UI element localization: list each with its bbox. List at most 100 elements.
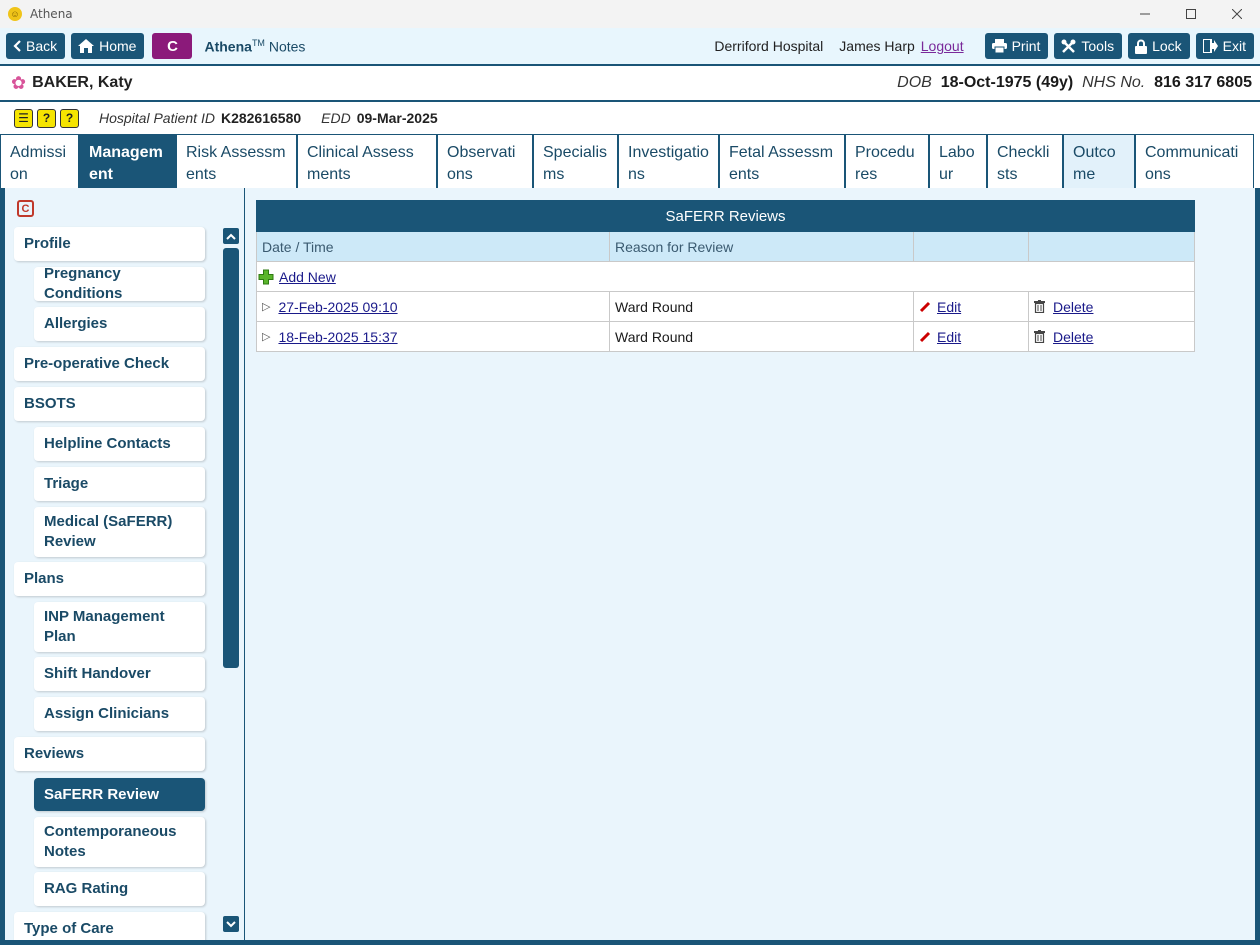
reason-cell: Ward Round [610, 322, 914, 351]
scroll-up-button[interactable] [223, 228, 239, 244]
sidebar-item-triage[interactable]: Triage [34, 467, 205, 501]
sidebar-item-assign-clinicians[interactable]: Assign Clinicians [34, 697, 205, 731]
tab-investigations[interactable]: Investigations [618, 134, 719, 188]
c-icon[interactable]: C [17, 200, 34, 217]
sidebar-scrollbar[interactable] [223, 228, 239, 934]
edit-link[interactable]: Edit [937, 329, 961, 345]
home-icon [78, 39, 95, 53]
tab-specialisms[interactable]: Specialisms [533, 134, 618, 188]
tools-label: Tools [1081, 38, 1115, 54]
tab-labour[interactable]: Labour [929, 134, 987, 188]
home-button[interactable]: Home [71, 33, 145, 59]
athena-app-icon: ☺ [8, 7, 22, 21]
scroll-thumb[interactable] [223, 248, 239, 668]
minimize-icon [1140, 13, 1150, 15]
exit-button[interactable]: Exit [1195, 33, 1254, 59]
question-icon[interactable]: ? [37, 108, 56, 128]
logout-link[interactable]: Logout [921, 38, 964, 54]
edit-link[interactable]: Edit [937, 299, 961, 315]
dob-label: DOB [897, 74, 932, 91]
tools-button[interactable]: Tools [1054, 33, 1123, 59]
edit-cell: Edit [914, 292, 1029, 321]
print-button[interactable]: Print [984, 33, 1049, 59]
sidebar-item-inp-management-plan[interactable]: INP Management Plan [34, 602, 205, 652]
tab-communications[interactable]: Communications [1135, 134, 1254, 188]
brand-tm: TM [251, 37, 265, 48]
patient-banner: ✿ BAKER, Katy DOB 18-Oct-1975 (49y) NHS … [0, 64, 1260, 102]
edd-value: 09-Mar-2025 [356, 110, 438, 126]
pencil-icon [919, 331, 931, 342]
tab-fetal-assessments[interactable]: Fetal Assessments [719, 134, 845, 188]
trash-icon [1034, 330, 1045, 343]
edit-cell: Edit [914, 322, 1029, 351]
tab-outcome[interactable]: Outcome [1063, 134, 1135, 188]
print-label: Print [1011, 38, 1041, 54]
sidebar-item-reviews[interactable]: Reviews [14, 737, 205, 771]
tab-management[interactable]: Management [79, 134, 176, 188]
sidebar-item-helpline-contacts[interactable]: Helpline Contacts [34, 427, 205, 461]
question-icon[interactable]: ? [60, 108, 79, 128]
sidebar-item-shift-handover[interactable]: Shift Handover [34, 657, 205, 691]
close-window-button[interactable] [1214, 0, 1260, 28]
delete-link[interactable]: Delete [1053, 329, 1093, 345]
review-datetime-link[interactable]: 18-Feb-2025 15:37 [278, 329, 397, 345]
maximize-button[interactable] [1168, 0, 1214, 28]
nhs-label: NHS No. [1082, 74, 1146, 91]
back-button[interactable]: Back [6, 33, 66, 59]
scroll-down-button[interactable] [223, 916, 239, 932]
sidebar-item-contemporaneous-notes[interactable]: Contemporaneous Notes [34, 817, 205, 867]
user-name: James Harp [839, 38, 915, 54]
exit-label: Exit [1222, 38, 1246, 54]
tab-checklists[interactable]: Checklists [987, 134, 1063, 188]
c-button[interactable]: C [152, 33, 193, 59]
expand-triangle-icon[interactable]: ▷ [262, 330, 270, 343]
content-area: C Profile Pregnancy Conditions Allergies… [5, 188, 1255, 940]
sidebar-item-rag-rating[interactable]: RAG Rating [34, 872, 205, 906]
sidebar-item-saferr-review[interactable]: SaFERR Review [34, 778, 205, 811]
patient-subbanner: ☰ ? ? Hospital Patient ID K282616580 EDD… [0, 102, 1260, 134]
window-controls [1122, 0, 1260, 28]
lock-icon [1135, 39, 1148, 54]
hospital-id-value: K282616580 [220, 110, 302, 126]
window-title: Athena [30, 7, 73, 21]
flower-icon: ✿ [11, 72, 27, 93]
minimize-button[interactable] [1122, 0, 1168, 28]
brand-name: Athena [204, 38, 252, 55]
lock-button[interactable]: Lock [1128, 33, 1190, 59]
sidebar-item-pre-operative-check[interactable]: Pre-operative Check [14, 347, 205, 381]
maximize-icon [1186, 9, 1196, 19]
brand-suffix: Notes [268, 38, 306, 55]
printer-icon [991, 39, 1007, 53]
trash-icon [1034, 300, 1045, 313]
expand-triangle-icon[interactable]: ▷ [262, 300, 270, 313]
window-titlebar: ☺ Athena [0, 0, 1260, 28]
add-new-link[interactable]: Add New [279, 269, 336, 285]
tab-risk-assessments[interactable]: Risk Assessments [176, 134, 297, 188]
sidebar-item-profile[interactable]: Profile [14, 227, 205, 261]
tab-procedures[interactable]: Procedures [845, 134, 929, 188]
sidebar-item-allergies[interactable]: Allergies [34, 307, 205, 341]
chevron-up-icon [226, 233, 236, 240]
hospital-name: Derriford Hospital [714, 38, 824, 54]
datetime-cell: ▷ 27-Feb-2025 09:10 [257, 292, 610, 321]
section-tabs: Admission Management Risk Assessments Cl… [0, 134, 1260, 188]
main-toolbar: Back Home C AthenaTM Notes Derriford Hos… [0, 28, 1260, 64]
saferr-reviews-panel: SaFERR Reviews Date / Time Reason for Re… [256, 200, 1195, 352]
alert-list-icon[interactable]: ☰ [14, 108, 33, 128]
tab-clinical-assessments[interactable]: Clinical Assessments [297, 134, 437, 188]
sidebar-item-plans[interactable]: Plans [14, 562, 205, 596]
table-row: ▷ 27-Feb-2025 09:10 Ward Round Edit Dele… [256, 292, 1195, 322]
panel-title: SaFERR Reviews [256, 200, 1195, 232]
sidebar-item-bsots[interactable]: BSOTS [14, 387, 205, 421]
tab-admission[interactable]: Admission [0, 134, 79, 188]
chevron-down-icon [226, 920, 236, 927]
review-datetime-link[interactable]: 27-Feb-2025 09:10 [278, 299, 397, 315]
sidebar-item-type-of-care[interactable]: Type of Care [14, 912, 205, 940]
tab-observations[interactable]: Observations [437, 134, 533, 188]
column-header-reason: Reason for Review [610, 232, 914, 261]
dob-value: 18-Oct-1975 (49y) [940, 74, 1074, 91]
sidebar-item-medical-saferr-review[interactable]: Medical (SaFERR) Review [34, 507, 205, 557]
sidebar-item-pregnancy-conditions[interactable]: Pregnancy Conditions [34, 265, 205, 302]
tools-icon [1061, 39, 1076, 53]
delete-link[interactable]: Delete [1053, 299, 1093, 315]
